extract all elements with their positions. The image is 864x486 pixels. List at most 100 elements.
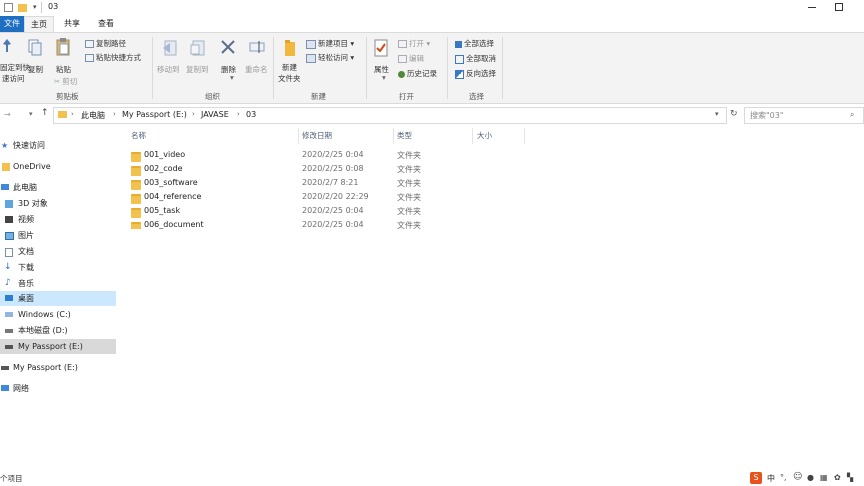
ime-language-toggle[interactable]: 中 xyxy=(767,473,775,484)
skin-icon[interactable]: ✿ xyxy=(834,473,841,482)
nav-item-documents[interactable]: 文档 xyxy=(0,244,116,259)
cut-label: 剪切 xyxy=(62,77,78,86)
column-divider[interactable] xyxy=(298,128,299,144)
nav-item-this-pc[interactable]: 此电脑 xyxy=(0,180,116,195)
punctuation-icon[interactable]: °, xyxy=(780,473,787,482)
drive-icon xyxy=(5,345,13,349)
move-to-button[interactable]: 移动到 xyxy=(157,64,180,75)
folder-icon xyxy=(58,111,67,118)
copy-path-button[interactable]: 复制路径 xyxy=(85,38,126,49)
column-header-name[interactable]: 名称 xyxy=(131,130,146,141)
back-button[interactable]: → xyxy=(4,110,11,119)
new-folder-label-2[interactable]: 文件夹 xyxy=(278,73,301,84)
nav-item-desktop[interactable]: 桌面 xyxy=(0,291,116,306)
file-row[interactable]: 003_software 2020/2/7 8:21 文件夹 xyxy=(130,177,430,191)
properties-icon xyxy=(373,39,389,57)
nav-item-network[interactable]: 网络 xyxy=(0,381,116,396)
file-name: 005_task xyxy=(144,206,181,215)
properties-dropdown-icon[interactable]: ▾ xyxy=(382,73,386,82)
invert-selection-label: 反向选择 xyxy=(466,69,496,78)
file-row[interactable]: 004_reference 2020/2/20 22:29 文件夹 xyxy=(130,191,430,205)
properties-quick-icon[interactable] xyxy=(4,3,13,12)
column-divider[interactable] xyxy=(393,128,394,144)
nav-item-quick-access[interactable]: ★ 快速访问 xyxy=(0,138,116,153)
new-item-icon xyxy=(306,39,316,49)
copy-to-icon xyxy=(190,39,206,57)
tab-view[interactable]: 查看 xyxy=(92,16,120,32)
breadcrumb-this-pc[interactable]: 此电脑 xyxy=(81,110,105,121)
nav-item-videos[interactable]: 视频 xyxy=(0,212,116,227)
ribbon-divider xyxy=(502,37,503,99)
tab-file[interactable]: 文件 xyxy=(0,16,24,32)
file-row[interactable]: 005_task 2020/2/25 0:04 文件夹 xyxy=(130,205,430,219)
breadcrumb-my-passport[interactable]: My Passport (E:) xyxy=(122,110,187,119)
pin-icon xyxy=(2,39,12,53)
breadcrumb-03[interactable]: 03 xyxy=(246,110,256,119)
rename-button[interactable]: 重命名 xyxy=(245,64,268,75)
pin-quick-access-label-1[interactable]: 固定到快 xyxy=(0,62,30,73)
edit-icon xyxy=(398,55,407,63)
select-none-button[interactable]: 全部取消 xyxy=(455,53,496,64)
column-header-date[interactable]: 修改日期 xyxy=(302,130,332,141)
easy-access-button[interactable]: 轻松访问 ▾ xyxy=(306,52,354,63)
history-button[interactable]: 历史记录 xyxy=(398,68,437,79)
ribbon-divider xyxy=(273,37,274,99)
new-item-button[interactable]: 新建项目 ▾ xyxy=(306,38,354,49)
emoji-icon[interactable]: ☺ xyxy=(793,472,802,482)
file-row[interactable]: 001_video 2020/2/25 0:04 文件夹 xyxy=(130,149,430,163)
nav-item-downloads[interactable]: ↓ 下载 xyxy=(0,260,116,275)
nav-item-onedrive[interactable]: OneDrive xyxy=(0,159,116,174)
edit-button[interactable]: 编辑 xyxy=(398,53,424,64)
maximize-button[interactable] xyxy=(835,3,843,11)
nav-item-pictures[interactable]: 图片 xyxy=(0,228,116,243)
column-header-type[interactable]: 类型 xyxy=(397,130,412,141)
up-button[interactable]: ↑ xyxy=(41,108,49,118)
delete-dropdown-icon[interactable]: ▾ xyxy=(230,73,234,82)
file-name: 003_software xyxy=(144,178,198,187)
open-label: 打开 xyxy=(409,39,424,48)
nav-item-music[interactable]: ♪ 音乐 xyxy=(0,276,116,291)
open-button[interactable]: 打开 ▾ xyxy=(398,38,430,49)
address-dropdown-icon[interactable]: ▾ xyxy=(715,110,719,118)
column-divider[interactable] xyxy=(472,128,473,144)
address-bar[interactable]: › 此电脑 › My Passport (E:) › JAVASE › 03 ▾ xyxy=(53,107,727,124)
file-type: 文件夹 xyxy=(397,165,421,174)
cut-button[interactable]: ✂ 剪切 xyxy=(54,76,77,87)
breadcrumb-javase[interactable]: JAVASE xyxy=(201,110,229,119)
nav-item-3d-objects[interactable]: 3D 对象 xyxy=(0,196,116,211)
copy-button[interactable]: 复制 xyxy=(28,64,43,75)
invert-selection-button[interactable]: 反向选择 xyxy=(455,68,496,79)
nav-item-my-passport-e[interactable]: My Passport (E:) xyxy=(0,339,116,354)
new-folder-label-1[interactable]: 新建 xyxy=(282,62,297,73)
breadcrumb-separator: › xyxy=(192,110,195,118)
nav-item-local-disk-d[interactable]: 本地磁盘 (D:) xyxy=(0,323,116,338)
customize-dropdown-icon[interactable]: ▾ xyxy=(33,3,37,11)
minimize-button[interactable] xyxy=(808,7,816,8)
select-all-button[interactable]: 全部选择 xyxy=(455,38,494,49)
refresh-icon[interactable]: ↻ xyxy=(730,109,738,119)
file-row[interactable]: 006_document 2020/2/25 0:04 文件夹 xyxy=(130,219,430,229)
file-type: 文件夹 xyxy=(397,193,421,202)
microphone-icon[interactable]: ● xyxy=(807,473,814,482)
recent-locations-button[interactable]: ▾ xyxy=(29,110,33,118)
keyboard-icon[interactable]: ▦ xyxy=(820,473,828,482)
nav-item-windows-c[interactable]: Windows (C:) xyxy=(0,307,116,322)
column-header-size[interactable]: 大小 xyxy=(477,130,492,141)
nav-label: 下载 xyxy=(18,263,34,272)
tab-home[interactable]: 主页 xyxy=(24,16,54,33)
file-row[interactable]: 002_code 2020/2/25 0:08 文件夹 xyxy=(130,163,430,177)
tab-share[interactable]: 共享 xyxy=(58,16,86,32)
file-date: 2020/2/25 0:04 xyxy=(302,220,364,229)
copy-to-button[interactable]: 复制到 xyxy=(186,64,209,75)
sogou-logo-icon[interactable]: S xyxy=(750,472,762,484)
paste-button[interactable]: 粘贴 xyxy=(56,64,71,75)
new-folder-quick-icon[interactable] xyxy=(18,4,27,12)
toolbox-icon[interactable]: ▚ xyxy=(847,473,853,482)
nav-item-my-passport-e-root[interactable]: My Passport (E:) xyxy=(0,360,116,375)
paste-shortcut-button[interactable]: 粘贴快捷方式 xyxy=(85,52,141,63)
column-divider[interactable] xyxy=(524,128,525,144)
search-icon[interactable]: ⌕ xyxy=(850,110,854,120)
search-input[interactable]: 搜索"03" ⌕ xyxy=(744,107,864,124)
pin-quick-access-label-2[interactable]: 速访问 xyxy=(2,73,25,84)
file-date: 2020/2/20 22:29 xyxy=(302,192,369,201)
